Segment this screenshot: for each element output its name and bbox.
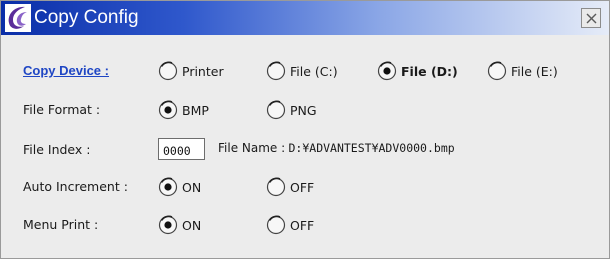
close-icon [586,13,597,24]
radio-selected-icon[interactable] [157,99,179,121]
app-logo-icon [5,4,31,32]
file-name-value: D:¥ADVANTEST¥ADV0000.bmp [288,141,455,155]
option-label: BMP [182,102,209,118]
radio-unselected-icon[interactable] [265,214,287,236]
auto-increment-option-off[interactable]: OFF [265,176,314,198]
radio-unselected-icon[interactable] [265,60,287,82]
radio-unselected-icon[interactable] [157,60,179,82]
option-label: File (D:) [401,63,458,79]
option-label: ON [182,179,202,195]
option-label: File (E:) [511,63,558,79]
option-label: OFF [290,179,315,195]
option-label: PNG [290,102,317,118]
window-title: Copy Config [34,7,139,28]
file-index-label: File Index : [23,142,91,157]
radio-selected-icon[interactable] [157,214,179,236]
file-index-input[interactable] [158,138,205,160]
menu-print-option-on[interactable]: ON [157,214,201,236]
copy-device-option-printer[interactable]: Printer [157,60,224,82]
auto-increment-option-on[interactable]: ON [157,176,201,198]
copy-device-option-file-d[interactable]: File (D:) [376,60,458,82]
file-name-label: File Name : [218,141,286,155]
radio-unselected-icon[interactable] [265,176,287,198]
copy-device-option-file-c[interactable]: File (C:) [265,60,338,82]
menu-print-option-off[interactable]: OFF [265,214,314,236]
radio-unselected-icon[interactable] [486,60,508,82]
auto-increment-label: Auto Increment : [23,179,128,194]
title-bar: Copy Config [1,1,609,35]
copy-device-option-file-e[interactable]: File (E:) [486,60,558,82]
copy-device-link[interactable]: Copy Device : [23,63,109,79]
radio-selected-icon[interactable] [376,60,398,82]
option-label: OFF [290,217,315,233]
copy-config-dialog: Copy Config Copy Device : Printer File (… [0,0,610,259]
option-label: ON [182,217,202,233]
option-label: Printer [182,63,224,79]
file-format-label: File Format : [23,102,101,117]
file-format-option-bmp[interactable]: BMP [157,99,209,121]
radio-unselected-icon[interactable] [265,99,287,121]
menu-print-label: Menu Print : [23,217,99,232]
file-name-display: File Name : D:¥ADVANTEST¥ADV0000.bmp [218,141,455,155]
close-button[interactable] [581,8,601,28]
radio-selected-icon[interactable] [157,176,179,198]
file-format-option-png[interactable]: PNG [265,99,317,121]
option-label: File (C:) [290,63,338,79]
